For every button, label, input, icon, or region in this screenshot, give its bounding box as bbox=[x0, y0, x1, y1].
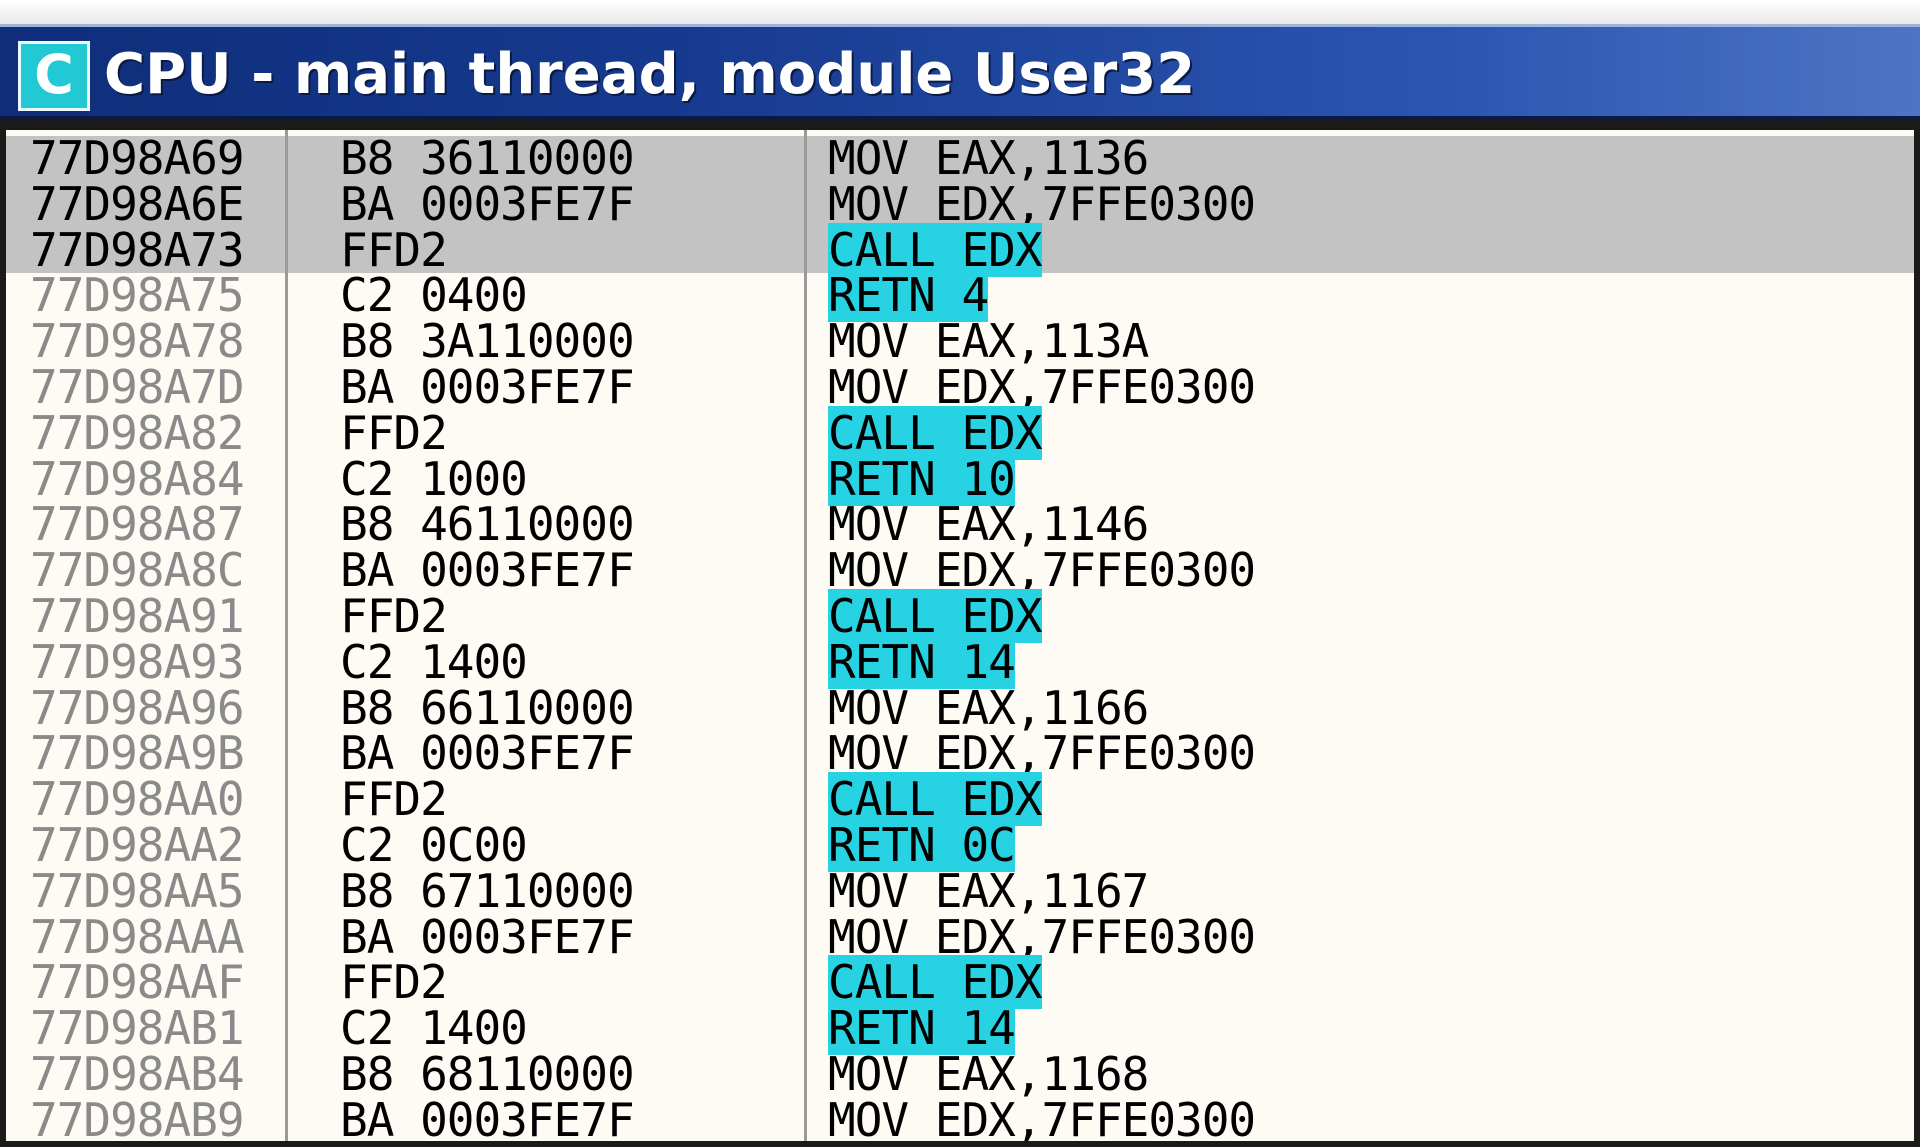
row-hex-dump: C2 1000 bbox=[340, 451, 528, 506]
row-address: 77D98AAA bbox=[30, 909, 245, 964]
row-hex-dump: C2 0400 bbox=[340, 268, 528, 323]
row-address: 77D98A91 bbox=[30, 588, 245, 643]
row-instruction: MOV EDX,7FFE0300 bbox=[828, 547, 1256, 594]
row-address: 77D98A75 bbox=[30, 268, 245, 323]
disassembly-row[interactable]: 77D98A8C BA 0003FE7F MOV EDX,7FFE0300 bbox=[6, 543, 1914, 598]
row-hex-dump: FFD2 bbox=[340, 955, 448, 1010]
row-instruction: RETN 0C bbox=[828, 817, 1016, 872]
row-hex-dump: B8 3A110000 bbox=[340, 314, 635, 369]
row-address: 77D98A84 bbox=[30, 451, 245, 506]
row-address: 77D98AA5 bbox=[30, 863, 245, 918]
row-instruction: CALL EDX bbox=[828, 772, 1043, 827]
row-hex-dump: BA 0003FE7F bbox=[340, 909, 635, 964]
row-hex-dump: B8 66110000 bbox=[340, 680, 635, 735]
disassembly-row[interactable]: 77D98AA5 B8 67110000 MOV EAX,1167 bbox=[6, 863, 1914, 918]
disassembly-row[interactable]: 77D98A69 B8 36110000 MOV EAX,1136 bbox=[6, 131, 1914, 185]
row-instruction: MOV EDX,7FFE0300 bbox=[828, 914, 1256, 961]
row-instruction: RETN 10 bbox=[828, 451, 1016, 506]
row-instruction: MOV EAX,1146 bbox=[828, 501, 1149, 548]
disassembly-list: 77D98A69 B8 36110000 MOV EAX,1136 77D98A6E B… bbox=[6, 131, 1914, 1147]
disassembly-row[interactable]: 77D98A9B BA 0003FE7F MOV EDX,7FFE0300 bbox=[6, 726, 1914, 781]
disassembly-row[interactable]: 77D98A87 B8 46110000 MOV EAX,1146 bbox=[6, 497, 1914, 552]
row-hex-dump: B8 36110000 bbox=[340, 131, 635, 185]
disassembly-row[interactable]: 77D98AB4 B8 68110000 MOV EAX,1168 bbox=[6, 1046, 1914, 1101]
disassembly-row[interactable]: 77D98A91 FFD2 CALL EDX bbox=[6, 588, 1914, 643]
row-address: 77D98A96 bbox=[30, 680, 245, 735]
title-bar[interactable]: C CPU - main thread, module User32 bbox=[0, 24, 1920, 120]
disassembly-row[interactable]: 77D98AAA BA 0003FE7F MOV EDX,7FFE0300 bbox=[6, 909, 1914, 964]
row-hex-dump: BA 0003FE7F bbox=[340, 543, 635, 598]
row-instruction: MOV EDX,7FFE0300 bbox=[828, 1097, 1256, 1141]
row-instruction: CALL EDX bbox=[828, 955, 1043, 1010]
row-instruction: CALL EDX bbox=[828, 588, 1043, 643]
row-instruction: MOV EAX,1166 bbox=[828, 685, 1149, 732]
row-hex-dump: FFD2 bbox=[340, 772, 448, 827]
window-top-edge bbox=[0, 0, 1920, 24]
row-address: 77D98AB1 bbox=[30, 1001, 245, 1056]
window-title: CPU - main thread, module User32 bbox=[104, 42, 1196, 107]
row-address: 77D98A87 bbox=[30, 497, 245, 552]
row-hex-dump: BA 0003FE7F bbox=[340, 359, 635, 414]
row-address: 77D98A69 bbox=[30, 131, 245, 185]
disassembly-row[interactable]: 77D98A75 C2 0400 RETN 4 bbox=[6, 268, 1914, 323]
instruction-text: MOV EDX,7FFE0300 bbox=[828, 1092, 1256, 1147]
row-address: 77D98AB4 bbox=[30, 1046, 245, 1101]
row-hex-dump: BA 0003FE7F bbox=[340, 176, 635, 231]
row-hex-dump: BA 0003FE7F bbox=[340, 1092, 635, 1147]
row-address: 77D98AA0 bbox=[30, 772, 245, 827]
disassembly-row[interactable]: 77D98AB1 C2 1400 RETN 14 bbox=[6, 1001, 1914, 1056]
disassembly-row[interactable]: 77D98A7D BA 0003FE7F MOV EDX,7FFE0300 bbox=[6, 359, 1914, 414]
row-hex-dump: FFD2 bbox=[340, 405, 448, 460]
row-instruction: MOV EDX,7FFE0300 bbox=[828, 730, 1256, 777]
disassembly-row[interactable]: 77D98AB9 BA 0003FE7F MOV EDX,7FFE0300 bbox=[6, 1092, 1914, 1147]
row-hex-dump: B8 68110000 bbox=[340, 1046, 635, 1101]
row-instruction: MOV EDX,7FFE0300 bbox=[828, 364, 1256, 411]
row-address: 77D98A6E bbox=[30, 176, 245, 231]
row-address: 77D98AA2 bbox=[30, 817, 245, 872]
column-separator-hex[interactable] bbox=[804, 130, 807, 1141]
disassembly-row[interactable]: 77D98A6E BA 0003FE7F MOV EDX,7FFE0300 bbox=[6, 176, 1914, 231]
row-address: 77D98A8C bbox=[30, 543, 245, 598]
row-instruction: CALL EDX bbox=[828, 405, 1043, 460]
row-instruction: RETN 14 bbox=[828, 1001, 1016, 1056]
row-address: 77D98A7D bbox=[30, 359, 245, 414]
row-hex-dump: FFD2 bbox=[340, 588, 448, 643]
row-hex-dump: FFD2 bbox=[340, 222, 448, 277]
cpu-window: C CPU - main thread, module User32 77D98… bbox=[0, 0, 1920, 1147]
row-address: 77D98AAF bbox=[30, 955, 245, 1010]
row-address: 77D98AB9 bbox=[30, 1092, 245, 1147]
column-separator-address[interactable] bbox=[285, 130, 288, 1141]
row-hex-dump: B8 46110000 bbox=[340, 497, 635, 552]
disassembly-row[interactable]: 77D98A73 FFD2 CALL EDX bbox=[6, 222, 1914, 277]
row-hex-dump: C2 0C00 bbox=[340, 817, 528, 872]
row-instruction: MOV EDX,7FFE0300 bbox=[828, 181, 1256, 228]
disassembly-row[interactable]: 77D98A84 C2 1000 RETN 10 bbox=[6, 451, 1914, 506]
disassembly-row[interactable]: 77D98A78 B8 3A110000 MOV EAX,113A bbox=[6, 314, 1914, 369]
row-instruction: MOV EAX,1167 bbox=[828, 868, 1149, 915]
row-address: 77D98A73 bbox=[30, 222, 245, 277]
disassembly-row[interactable]: 77D98A82 FFD2 CALL EDX bbox=[6, 405, 1914, 460]
disassembly-row[interactable]: 77D98A96 B8 66110000 MOV EAX,1166 bbox=[6, 680, 1914, 735]
row-instruction: MOV EAX,1168 bbox=[828, 1051, 1149, 1098]
row-address: 77D98A9B bbox=[30, 726, 245, 781]
disassembly-row[interactable]: 77D98AA2 C2 0C00 RETN 0C bbox=[6, 817, 1914, 872]
row-hex-dump: BA 0003FE7F bbox=[340, 726, 635, 781]
row-instruction: RETN 4 bbox=[828, 268, 989, 323]
disassembly-row[interactable]: 77D98AAF FFD2 CALL EDX bbox=[6, 955, 1914, 1010]
row-address: 77D98A78 bbox=[30, 314, 245, 369]
disassembly-row[interactable]: 77D98A93 C2 1400 RETN 14 bbox=[6, 634, 1914, 689]
row-instruction: MOV EAX,1136 bbox=[828, 135, 1149, 182]
row-hex-dump: C2 1400 bbox=[340, 1001, 528, 1056]
row-instruction: RETN 14 bbox=[828, 634, 1016, 689]
row-instruction: CALL EDX bbox=[828, 222, 1043, 277]
row-address: 77D98A93 bbox=[30, 634, 245, 689]
row-instruction: MOV EAX,113A bbox=[828, 318, 1149, 365]
row-hex-dump: B8 67110000 bbox=[340, 863, 635, 918]
cpu-window-icon: C bbox=[18, 41, 90, 111]
disassembly-pane[interactable]: 77D98A69 B8 36110000 MOV EAX,1136 77D98A6E B… bbox=[0, 120, 1920, 1147]
disassembly-row[interactable]: 77D98AA0 FFD2 CALL EDX bbox=[6, 772, 1914, 827]
row-address: 77D98A82 bbox=[30, 405, 245, 460]
row-hex-dump: C2 1400 bbox=[340, 634, 528, 689]
